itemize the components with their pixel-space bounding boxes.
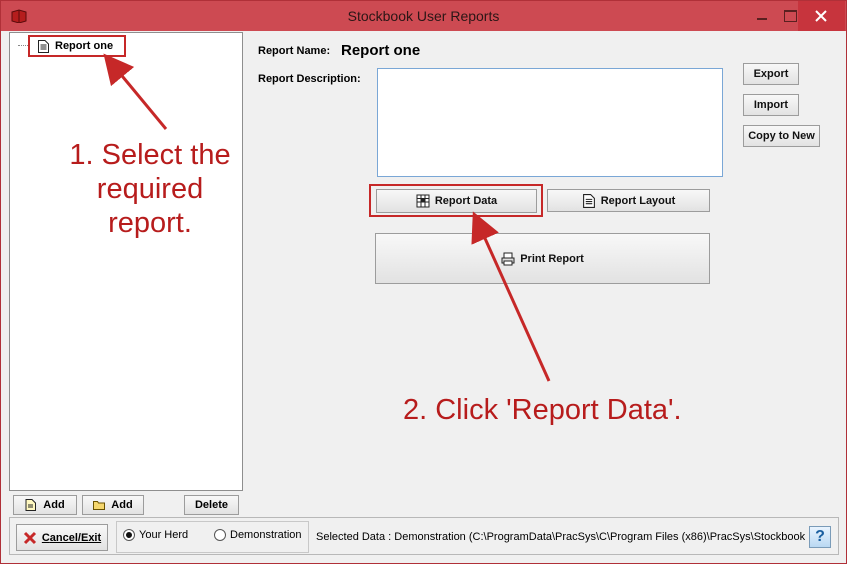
- annotation-arrows: [103, 53, 551, 382]
- annotation-step-1-line2: required: [96, 173, 204, 205]
- stockbook-user-reports-window: Stockbook User Reports Report one Report…: [0, 0, 847, 564]
- annotation-step-1-line3: report.: [108, 207, 192, 239]
- arrow-to-report-data: [471, 211, 551, 382]
- annotation-step-1-line1: 1. Select the: [69, 139, 231, 171]
- annotation-step-2: 2. Click 'Report Data'.: [403, 394, 682, 426]
- arrow-to-tree-item: [103, 53, 168, 130]
- annotation-step-1: 1. Select the required report.: [57, 138, 243, 240]
